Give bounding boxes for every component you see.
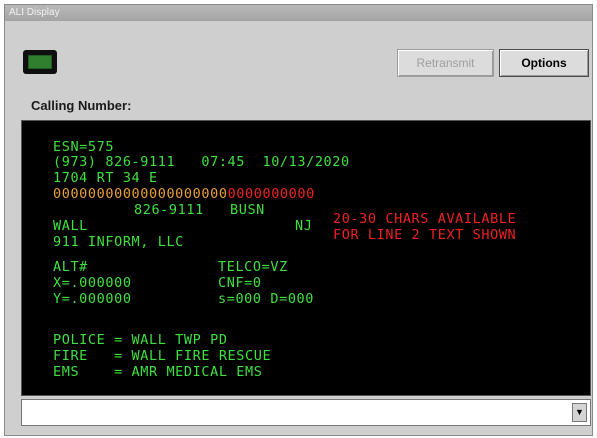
window-title: ALI Display — [5, 5, 592, 21]
ali-screen: ESN=575 (973) 826-9111 07:45 10/13/2020 … — [21, 120, 591, 396]
notice-line-1: 20-30 CHARS AVAILABLE — [333, 211, 517, 227]
placeholder-line: 000000000000000000000000000000 — [53, 187, 315, 202]
placeholder-red: 0000000000 — [227, 186, 315, 202]
retransmit-button[interactable]: Retransmit — [397, 49, 494, 77]
cnf-text: CNF=0 — [218, 275, 262, 291]
dropdown-arrow-icon[interactable]: ▼ — [572, 403, 587, 422]
ems-line: EMS = AMR MEDICAL EMS — [53, 364, 263, 380]
text-input-bar[interactable]: ▼ — [21, 399, 591, 426]
notice-line-2: FOR LINE 2 TEXT SHOWN — [333, 227, 517, 243]
x-coordinate-text: X=.000000 — [53, 275, 132, 291]
status-lamp-icon — [28, 55, 52, 69]
police-line: POLICE = WALL TWP PD — [53, 332, 228, 348]
company-line: 911 INFORM, LLC — [53, 234, 184, 250]
options-button[interactable]: Options — [499, 49, 589, 77]
phone-time-date-line: (973) 826-9111 07:45 10/13/2020 — [53, 154, 350, 170]
y-coordinate-text: Y=.000000 — [53, 291, 132, 307]
ali-display-window: ALI Display Retransmit Options Calling N… — [4, 4, 593, 436]
address-line: 1704 RT 34 E — [53, 170, 158, 186]
city-text: WALL — [53, 218, 88, 234]
placeholder-orange: 00000000000000000000 — [53, 186, 228, 202]
callback-class-line: 826-9111 BUSN — [134, 202, 265, 218]
telco-text: TELCO=VZ — [218, 259, 288, 275]
state-text: NJ — [295, 218, 313, 234]
esn-line: ESN=575 — [53, 139, 115, 155]
fire-line: FIRE = WALL FIRE RESCUE — [53, 348, 272, 364]
sd-text: s=000 D=000 — [218, 291, 315, 307]
alt-text: ALT# — [53, 259, 88, 275]
calling-number-label: Calling Number: — [31, 98, 132, 113]
status-indicator — [23, 50, 57, 74]
